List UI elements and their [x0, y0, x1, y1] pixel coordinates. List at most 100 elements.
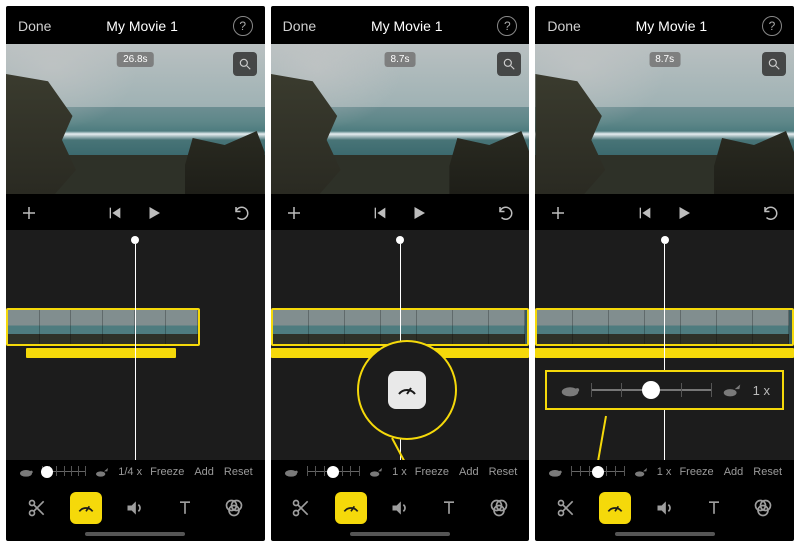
- tool-filters[interactable]: [747, 492, 779, 524]
- add-keyframe-button[interactable]: Add: [459, 466, 479, 478]
- speed-value-label: 1 x: [392, 466, 407, 478]
- playback-row: [6, 194, 265, 230]
- freeze-button[interactable]: Freeze: [415, 466, 449, 478]
- tool-titles[interactable]: [698, 492, 730, 524]
- tool-titles[interactable]: [169, 492, 201, 524]
- text-icon: [439, 498, 459, 518]
- skip-start-icon: [107, 205, 123, 221]
- playhead[interactable]: [131, 236, 139, 460]
- freeze-button[interactable]: Freeze: [679, 466, 713, 478]
- plus-icon: [285, 204, 303, 222]
- zoom-button[interactable]: [762, 52, 786, 76]
- video-preview[interactable]: 8.7s: [271, 44, 530, 194]
- skip-start-icon: [637, 205, 653, 221]
- tool-scissors[interactable]: [21, 492, 53, 524]
- tool-speed[interactable]: [335, 492, 367, 524]
- project-title: My Movie 1: [371, 18, 443, 34]
- speedometer-icon: [341, 498, 361, 518]
- tool-volume[interactable]: [649, 492, 681, 524]
- help-button[interactable]: ?: [497, 16, 517, 36]
- tool-volume[interactable]: [384, 492, 416, 524]
- video-preview[interactable]: 26.8s: [6, 44, 265, 194]
- help-button[interactable]: ?: [233, 16, 253, 36]
- reset-speed-button[interactable]: Reset: [224, 466, 253, 478]
- timeline[interactable]: [271, 230, 530, 460]
- timeline[interactable]: 1 x: [535, 230, 794, 460]
- tool-filters[interactable]: [483, 492, 515, 524]
- add-media-button[interactable]: [285, 204, 303, 222]
- tool-bar: [535, 482, 794, 528]
- tool-scissors[interactable]: [285, 492, 317, 524]
- navbar: Done My Movie 1 ?: [271, 6, 530, 44]
- tool-titles[interactable]: [433, 492, 465, 524]
- add-media-button[interactable]: [20, 204, 38, 222]
- freeze-button[interactable]: Freeze: [150, 466, 184, 478]
- turtle-icon: [559, 382, 581, 398]
- navbar: Done My Movie 1 ?: [535, 6, 794, 44]
- speed-value-label-enlarged: 1 x: [753, 383, 770, 398]
- text-icon: [704, 498, 724, 518]
- tool-speed[interactable]: [599, 492, 631, 524]
- home-indicator[interactable]: [85, 532, 185, 536]
- add-keyframe-button[interactable]: Add: [194, 466, 214, 478]
- speed-control-row: 1 x Freeze Add Reset: [271, 460, 530, 482]
- speed-slider[interactable]: [42, 464, 86, 480]
- speed-value-label: 1 x: [657, 466, 672, 478]
- speed-slider[interactable]: [307, 464, 360, 480]
- play-button[interactable]: [410, 204, 428, 222]
- add-media-button[interactable]: [549, 204, 567, 222]
- undo-icon: [233, 204, 251, 222]
- skip-start-button[interactable]: [107, 205, 123, 221]
- zoom-button[interactable]: [233, 52, 257, 76]
- tool-bar: [6, 482, 265, 528]
- home-indicator[interactable]: [350, 532, 450, 536]
- turtle-icon: [18, 466, 34, 478]
- play-button[interactable]: [145, 204, 163, 222]
- reset-speed-button[interactable]: Reset: [489, 466, 518, 478]
- magnifier-icon: [502, 57, 516, 71]
- play-button[interactable]: [675, 204, 693, 222]
- zoom-button[interactable]: [497, 52, 521, 76]
- speed-slider-enlarged[interactable]: [591, 383, 710, 397]
- clip-duration-badge: 8.7s: [385, 52, 416, 67]
- tool-bar: [271, 482, 530, 528]
- callout-speed-slider-highlight: 1 x: [545, 370, 784, 410]
- speedometer-icon: [605, 498, 625, 518]
- speedometer-icon: [395, 378, 419, 402]
- video-clip[interactable]: [6, 308, 200, 346]
- help-button[interactable]: ?: [762, 16, 782, 36]
- video-preview[interactable]: 8.7s: [535, 44, 794, 194]
- play-icon: [410, 204, 428, 222]
- playback-row: [535, 194, 794, 230]
- done-button[interactable]: Done: [283, 18, 316, 34]
- project-title: My Movie 1: [106, 18, 178, 34]
- play-icon: [675, 204, 693, 222]
- undo-button[interactable]: [497, 204, 515, 222]
- speed-slider[interactable]: [571, 464, 624, 480]
- scissors-icon: [556, 498, 576, 518]
- add-keyframe-button[interactable]: Add: [724, 466, 744, 478]
- rabbit-icon: [368, 466, 384, 478]
- speedometer-icon: [76, 498, 96, 518]
- tool-speed[interactable]: [70, 492, 102, 524]
- home-indicator[interactable]: [615, 532, 715, 536]
- tool-filters[interactable]: [218, 492, 250, 524]
- tool-scissors[interactable]: [550, 492, 582, 524]
- volume-icon: [655, 498, 675, 518]
- undo-button[interactable]: [233, 204, 251, 222]
- playhead[interactable]: [661, 236, 669, 460]
- tool-volume[interactable]: [119, 492, 151, 524]
- skip-start-button[interactable]: [372, 205, 388, 221]
- speedometer-icon-enlarged: [388, 371, 426, 409]
- filters-icon: [753, 498, 773, 518]
- done-button[interactable]: Done: [18, 18, 51, 34]
- done-button[interactable]: Done: [547, 18, 580, 34]
- turtle-icon: [547, 466, 563, 478]
- undo-button[interactable]: [762, 204, 780, 222]
- timeline[interactable]: [6, 230, 265, 460]
- clip-speed-indicator: [26, 348, 176, 358]
- reset-speed-button[interactable]: Reset: [753, 466, 782, 478]
- skip-start-button[interactable]: [637, 205, 653, 221]
- filters-icon: [224, 498, 244, 518]
- play-icon: [145, 204, 163, 222]
